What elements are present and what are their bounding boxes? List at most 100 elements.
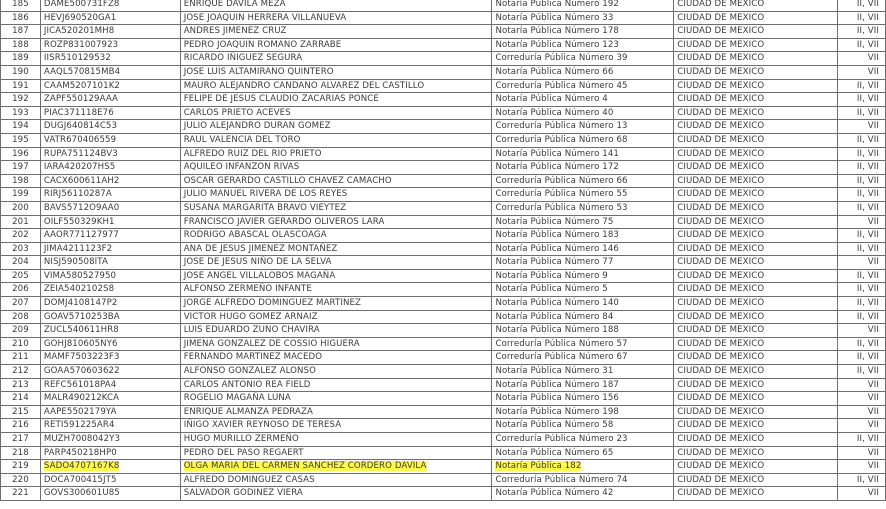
city-cell: CIUDAD DE MEXICO xyxy=(673,432,839,447)
name-cell: ROGELIO MAGAÑA LUNA xyxy=(179,391,493,406)
group-cell: VII xyxy=(837,459,886,474)
table-body: 185 DAME500731FZ8 ENRIQUE DAVILA MEZA Notar… xyxy=(0,0,886,501)
rfc-cell: BAVS5712O9AA0 xyxy=(39,200,181,216)
city-cell: CIUDAD DE MEXICO xyxy=(673,187,839,202)
row-number: 206 xyxy=(0,282,41,298)
office-cell: Notaría Pública Número 198 xyxy=(491,404,675,420)
row-number: 189 xyxy=(0,51,41,66)
city-cell: CIUDAD DE MEXICO xyxy=(673,459,839,474)
row-number: 218 xyxy=(0,445,41,461)
table-row: 195 VATR670406559 RAUL VALENCIA DEL TORO Co… xyxy=(0,132,886,148)
name-cell: FRANCISCO JAVIER GERARDO OLIVEROS LARA xyxy=(179,214,493,230)
rfc-cell: VIMA580527950 xyxy=(39,268,181,284)
rfc-cell: DOMJ4108147P2 xyxy=(39,296,181,311)
table-row: 212 GOAA570603622 ALFONSO GONZALEZ ALONSO N… xyxy=(0,364,886,379)
name-cell: CARLOS PRIETO ACEVES xyxy=(179,105,493,121)
office-cell: Correduría Pública Número 68 xyxy=(491,132,675,148)
row-number: 195 xyxy=(0,132,41,148)
city-cell: CIUDAD DE MEXICO xyxy=(673,92,839,107)
row-number: 204 xyxy=(0,255,41,270)
rfc-cell: AAOR771127977 xyxy=(39,228,181,243)
office-cell: Notaría Pública Número 42 xyxy=(491,486,675,501)
city-cell: CIUDAD DE MEXICO xyxy=(673,364,839,379)
city-cell: CIUDAD DE MEXICO xyxy=(673,391,839,406)
rfc-cell: RIRJ56110287A xyxy=(39,187,181,202)
office-cell: Correduría Pública Número 45 xyxy=(491,78,675,94)
group-cell: II, VII xyxy=(837,350,886,366)
name-cell: JIMENA GONZALEZ DE COSSIO HIGUERA xyxy=(179,336,493,352)
name-cell: JULIO ALEJANDRO DURAN GOMEZ xyxy=(179,119,493,134)
office-cell: Correduría Pública Número 23 xyxy=(491,432,675,447)
city-cell: CIUDAD DE MEXICO xyxy=(673,228,839,243)
city-cell: CIUDAD DE MEXICO xyxy=(673,173,839,189)
row-number: 221 xyxy=(0,486,41,501)
table-row: 187 JICA520201MH8 ANDRES JIMENEZ CRUZ Notar… xyxy=(0,24,886,39)
city-cell: CIUDAD DE MEXICO xyxy=(673,445,839,461)
city-cell: CIUDAD DE MEXICO xyxy=(673,486,839,501)
group-cell: VII xyxy=(837,486,886,501)
group-cell: II, VII xyxy=(837,37,886,53)
rfc-cell: DAME500731FZ8 xyxy=(39,0,181,12)
rfc-cell: REFC561018PA4 xyxy=(39,377,181,393)
name-cell: AQUILEO INFANZON RIVAS xyxy=(179,160,493,175)
office-cell: Notaría Pública Número 31 xyxy=(491,364,675,379)
row-number: 198 xyxy=(0,173,41,189)
table-row: 209 ZUCL540611HR8 LUIS EDUARDO ZUNO CHAVIR… xyxy=(0,323,886,338)
city-cell: CIUDAD DE MEXICO xyxy=(673,350,839,366)
table-row: 191 CAAM5207101K2 MAURO ALEJANDRO CANDANO … xyxy=(0,78,886,94)
office-cell: Notaría Pública Número 65 xyxy=(491,445,675,461)
rfc-cell: IARA420207HS5 xyxy=(39,160,181,175)
group-cell: II, VII xyxy=(837,92,886,107)
name-cell: ANDRES JIMENEZ CRUZ xyxy=(179,24,493,39)
name-cell: JORGE ALFREDO DOMINGUEZ MARTINEZ xyxy=(179,296,493,311)
rfc-cell: ROZP831007923 xyxy=(39,37,181,53)
name-cell: SALVADOR GODINEZ VIERA xyxy=(179,486,493,501)
rfc-cell: IISR510129532 xyxy=(39,51,181,66)
table-row: 192 ZAPF550129AAA FELIPE DE JESUS CLAUDIO … xyxy=(0,92,886,107)
office-cell: Notaría Pública Número 123 xyxy=(491,37,675,53)
city-cell: CIUDAD DE MEXICO xyxy=(673,268,839,284)
office-cell: Notaría Pública Número 9 xyxy=(491,268,675,284)
row-number: 201 xyxy=(0,214,41,230)
row-number: 216 xyxy=(0,418,41,433)
city-cell: CIUDAD DE MEXICO xyxy=(673,377,839,393)
row-number: 214 xyxy=(0,391,41,406)
group-cell: II, VII xyxy=(837,160,886,175)
group-cell: II, VII xyxy=(837,472,886,488)
rfc-cell: CAAM5207101K2 xyxy=(39,78,181,94)
name-cell: PEDRO DEL PASO REGAERT xyxy=(179,445,493,461)
table-row: 214 MALR490212KCA ROGELIO MAGAÑA LUNA Notar… xyxy=(0,391,886,406)
row-number: 208 xyxy=(0,309,41,325)
rfc-cell: SADO4707167K8 xyxy=(39,459,181,474)
table-row: 200 BAVS5712O9AA0 SUSANA MARGARITA BRAVO V… xyxy=(0,200,886,216)
row-number: 194 xyxy=(0,119,41,134)
office-cell: Notaría Pública Número 5 xyxy=(491,282,675,298)
group-cell: VII xyxy=(837,404,886,420)
name-cell: OSCAR GERARDO CASTILLO CHAVEZ CAMACHO xyxy=(179,173,493,189)
office-cell: Correduría Pública Número 39 xyxy=(491,51,675,66)
city-cell: CIUDAD DE MEXICO xyxy=(673,0,839,12)
name-cell: RAUL VALENCIA DEL TORO xyxy=(179,132,493,148)
table-row: 211 MAMF7503223F3 FERNANDO MARTINEZ MACEDO… xyxy=(0,350,886,366)
name-cell: LUIS EDUARDO ZUNO CHAVIRA xyxy=(179,323,493,338)
table-row: 194 DUGJ640814C53 JULIO ALEJANDRO DURAN GO… xyxy=(0,119,886,134)
table-row: 220 DOCA700415JT5 ALFREDO DOMINGUEZ CASAS C… xyxy=(0,472,886,488)
table-row: 217 MUZH7008042Y3 HUGO MURILLO ZERMEÑO Corr… xyxy=(0,432,886,447)
office-cell: Notaría Pública Número 146 xyxy=(491,241,675,257)
name-cell: JOSE DE JESUS NIÑO DE LA SELVA xyxy=(179,255,493,270)
group-cell: VII xyxy=(837,445,886,461)
office-cell: Notaría Pública Número 77 xyxy=(491,255,675,270)
office-cell: Notaría Pública Número 183 xyxy=(491,228,675,243)
city-cell: CIUDAD DE MEXICO xyxy=(673,282,839,298)
city-cell: CIUDAD DE MEXICO xyxy=(673,200,839,216)
city-cell: CIUDAD DE MEXICO xyxy=(673,64,839,80)
group-cell: II, VII xyxy=(837,0,886,12)
group-cell: II, VII xyxy=(837,268,886,284)
office-cell: Notaría Pública Número 172 xyxy=(491,160,675,175)
table-row: 202 AAOR771127977 RODRIGO ABASCAL OLASCOAG… xyxy=(0,228,886,243)
rfc-cell: AAQL570815MB4 xyxy=(39,64,181,80)
city-cell: CIUDAD DE MEXICO xyxy=(673,105,839,121)
row-number: 217 xyxy=(0,432,41,447)
name-cell: ENRIQUE ALMANZA PEDRAZA xyxy=(179,404,493,420)
city-cell: CIUDAD DE MEXICO xyxy=(673,336,839,352)
